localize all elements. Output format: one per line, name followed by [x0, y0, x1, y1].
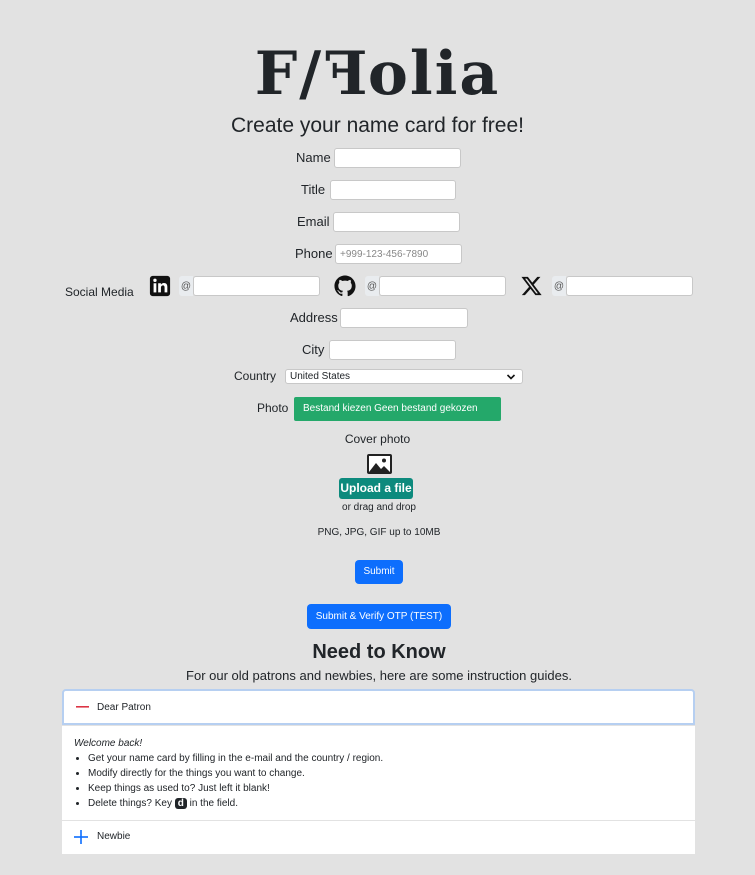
phone-label: Phone	[295, 246, 333, 261]
github-icon	[334, 275, 356, 297]
name-label: Name	[296, 150, 331, 165]
accordion-header-newbie[interactable]: Newbie	[62, 821, 695, 854]
photo-file-button[interactable]: Bestand kiezen Geen bestand gekozen	[294, 397, 501, 421]
list-item: Keep things as used to? Just left it bla…	[88, 781, 695, 796]
address-input[interactable]	[340, 308, 468, 328]
address-label: Address	[290, 310, 338, 325]
email-input[interactable]	[333, 212, 460, 232]
x-icon	[521, 276, 542, 296]
accordion-body-dear-patron: Welcome back! Get your name card by fill…	[62, 726, 695, 820]
welcome-text: Welcome back!	[74, 738, 143, 749]
file-types-text: PNG, JPG, GIF up to 10MB	[317, 527, 441, 538]
delete-text-post: in the field.	[189, 798, 238, 809]
title-input[interactable]	[330, 180, 456, 200]
list-item: Modify directly for the things you want …	[88, 766, 695, 781]
country-label: Country	[234, 369, 277, 383]
collapse-icon	[76, 706, 89, 708]
instruction-list: Get your name card by filling in the e-m…	[74, 751, 695, 811]
delete-text-pre: Delete things? Key	[88, 798, 172, 809]
guide-heading: Need to Know	[312, 641, 446, 663]
expand-plus-icon	[74, 830, 88, 844]
x-input[interactable]	[566, 276, 693, 296]
list-item: Get your name card by filling in the e-m…	[88, 751, 695, 766]
email-label: Email	[297, 214, 330, 229]
accordion-title: Newbie	[97, 831, 131, 842]
submit-button[interactable]: Submit	[355, 560, 403, 584]
submit-verify-otp-button[interactable]: Submit & Verify OTP (TEST)	[307, 604, 451, 629]
phone-input[interactable]	[335, 244, 462, 264]
cover-photo-label: Cover photo	[344, 432, 411, 446]
linkedin-input[interactable]	[193, 276, 320, 296]
upload-file-button[interactable]: Upload a file	[339, 478, 413, 499]
title-label: Title	[301, 182, 326, 197]
accordion-title: Dear Patron	[97, 702, 151, 713]
guide-intro: For our old patrons and newbies, here ar…	[186, 668, 572, 683]
logo-flipped-letter: F	[323, 39, 368, 109]
delete-key: d	[174, 798, 187, 809]
photo-label: Photo	[257, 401, 289, 415]
github-input[interactable]	[379, 276, 506, 296]
github-at-prefix: @	[365, 276, 379, 296]
chevron-down-icon	[506, 374, 516, 380]
country-selected-value: United States	[290, 371, 351, 382]
drag-drop-text: or drag and drop	[342, 502, 416, 513]
logo: F/Folia	[0, 38, 755, 110]
accordion-header-dear-patron[interactable]: Dear Patron	[62, 689, 695, 725]
x-at-prefix: @	[552, 276, 566, 296]
country-select[interactable]: United States	[285, 369, 523, 384]
name-input[interactable]	[334, 148, 461, 168]
linkedin-at-prefix: @	[179, 276, 193, 296]
city-label: City	[302, 342, 325, 357]
page-subtitle: Create your name card for free!	[231, 114, 524, 137]
city-input[interactable]	[329, 340, 456, 360]
social-media-label: Social Media	[65, 285, 134, 299]
linkedin-icon	[149, 275, 171, 297]
list-item: Delete things? Key d in the field.	[88, 796, 695, 811]
image-icon	[367, 454, 392, 474]
logo-left: F/	[254, 39, 324, 109]
logo-right: olia	[367, 39, 501, 109]
